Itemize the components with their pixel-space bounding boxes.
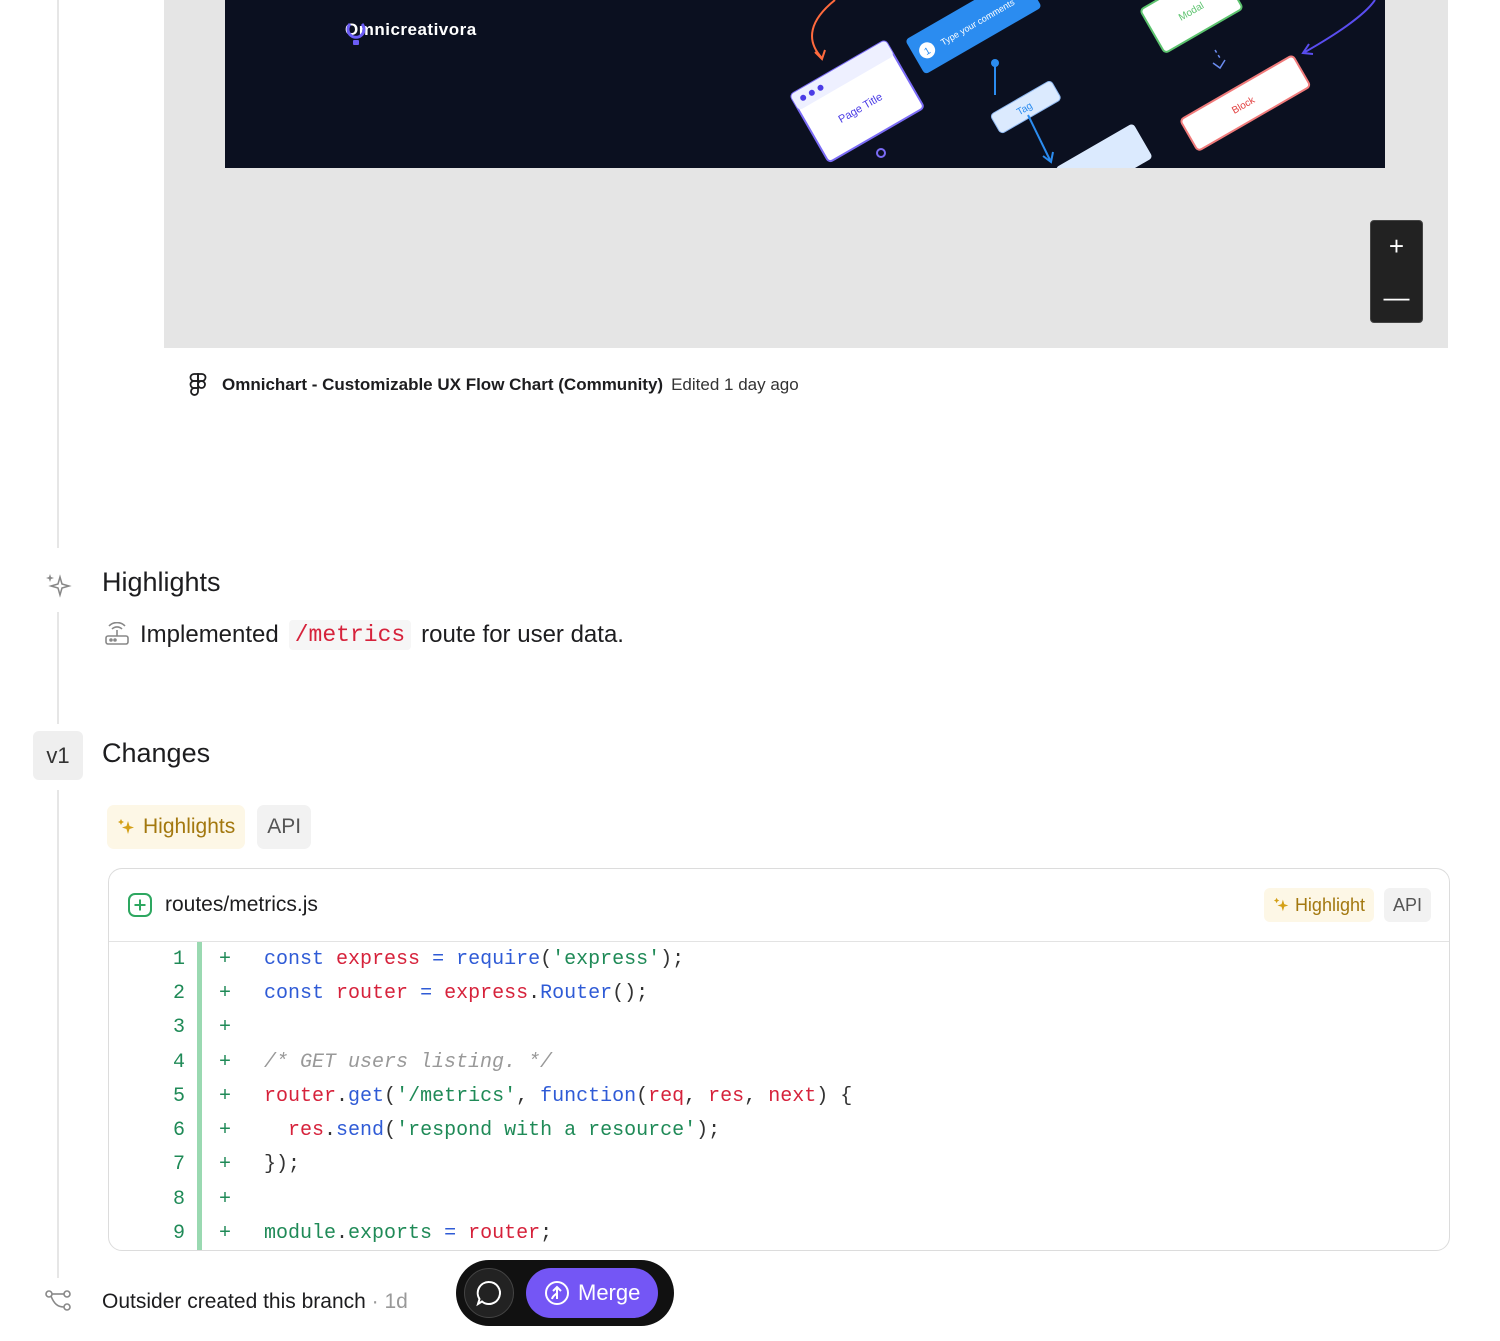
router-icon bbox=[105, 622, 129, 645]
figma-icon bbox=[189, 373, 207, 396]
changes-heading: Changes bbox=[102, 738, 211, 768]
highlights-heading: Highlights bbox=[102, 567, 221, 597]
code-line: 3 + bbox=[109, 1011, 1449, 1045]
brand-logo-icon bbox=[346, 23, 366, 45]
added-marker: + bbox=[219, 1016, 232, 1040]
file-tag-highlight[interactable]: Highlight bbox=[1263, 888, 1374, 922]
branch-icon bbox=[45, 1290, 71, 1311]
merge-icon bbox=[545, 1281, 569, 1305]
filter-tag-highlights[interactable]: Highlights bbox=[107, 805, 246, 849]
zoom-controls: + — bbox=[1370, 220, 1423, 323]
filter-tag-highlights-label: Highlights bbox=[143, 815, 236, 838]
figma-file-link[interactable]: Omnichart - Customizable UX Flow Chart (… bbox=[222, 375, 663, 395]
line-number: 4 bbox=[172, 1050, 185, 1074]
changes-filter-tags: Highlights API bbox=[107, 805, 312, 849]
comment-icon bbox=[476, 1280, 501, 1307]
added-marker: + bbox=[219, 947, 232, 971]
added-marker: + bbox=[219, 1119, 232, 1143]
brand: Omnicreativora bbox=[345, 20, 477, 45]
file-name[interactable]: routes/metrics.js bbox=[165, 893, 318, 917]
sparkles-icon bbox=[118, 819, 134, 834]
filter-tag-api-label: API bbox=[267, 815, 302, 838]
file-tag-api-label: API bbox=[1392, 894, 1422, 915]
sparkles-icon bbox=[46, 574, 72, 598]
comment-button[interactable] bbox=[464, 1268, 514, 1318]
figma-embed[interactable]: Page Title 1 Type your comments Tag Moda… bbox=[164, 0, 1448, 348]
file-tags: Highlight API bbox=[1263, 888, 1431, 922]
code-line: 1 + const express = require('express'); bbox=[109, 942, 1449, 976]
code-line: 8 + bbox=[109, 1182, 1449, 1216]
code-diff: 1 + const express = require('express'); … bbox=[109, 942, 1449, 1250]
code-line: 5 + router.get('/metrics', function(req,… bbox=[109, 1079, 1449, 1113]
added-marker: + bbox=[219, 1050, 232, 1074]
timeline-line bbox=[57, 612, 59, 724]
branch-created-time: · 1d bbox=[371, 1290, 408, 1313]
line-code: const router = express.Router(); bbox=[264, 981, 649, 1005]
branch-created-label: Outsider created this branch bbox=[102, 1290, 366, 1313]
merge-button[interactable]: Merge bbox=[526, 1268, 659, 1318]
timeline-line bbox=[57, 0, 59, 548]
highlight-text-before: Implemented bbox=[140, 621, 279, 648]
file-tag-api[interactable]: API bbox=[1383, 888, 1431, 922]
added-marker: + bbox=[219, 1222, 232, 1246]
line-number: 1 bbox=[172, 947, 185, 971]
highlight-text-after: route for user data. bbox=[421, 621, 624, 648]
filter-tag-api[interactable]: API bbox=[257, 805, 312, 849]
code-line: 9 + module.exports = router; bbox=[109, 1216, 1449, 1250]
line-number: 9 bbox=[172, 1222, 185, 1246]
file-diff-card: routes/metrics.js Highlight API 1 + cons… bbox=[108, 868, 1450, 1251]
timeline-line bbox=[57, 790, 59, 1278]
zoom-out-button[interactable]: — bbox=[1384, 284, 1410, 310]
file-added-icon bbox=[128, 893, 152, 917]
line-number: 7 bbox=[172, 1153, 185, 1177]
branch-activity-text: Outsider created this branch · 1d bbox=[102, 1290, 408, 1314]
figma-canvas-preview[interactable]: Page Title 1 Type your comments Tag Moda… bbox=[225, 0, 1385, 168]
version-badge[interactable]: v1 bbox=[33, 731, 83, 780]
line-code: /* GET users listing. */ bbox=[264, 1050, 553, 1074]
zoom-in-button[interactable]: + bbox=[1389, 233, 1404, 259]
branch-activity: Outsider created this branch · 1d bbox=[44, 1286, 408, 1314]
line-code: router.get('/metrics', function(req, res… bbox=[264, 1084, 853, 1108]
code-line: 2 + const router = express.Router(); bbox=[109, 976, 1449, 1010]
line-code: res.send('respond with a resource'); bbox=[288, 1119, 721, 1143]
code-line: 6 + res.send('respond with a resource'); bbox=[109, 1113, 1449, 1147]
embed-meta: Omnichart - Customizable UX Flow Chart (… bbox=[188, 372, 799, 398]
added-marker: + bbox=[219, 1187, 232, 1211]
code-line: 7 + }); bbox=[109, 1148, 1449, 1182]
edited-timestamp: Edited 1 day ago bbox=[671, 375, 799, 394]
line-code: }); bbox=[264, 1153, 301, 1177]
floating-action-bar: Merge bbox=[456, 1260, 674, 1326]
merge-button-label: Merge bbox=[578, 1280, 641, 1305]
added-marker: + bbox=[219, 981, 232, 1005]
line-number: 6 bbox=[172, 1119, 185, 1143]
line-code: const express = require('express'); bbox=[264, 947, 685, 971]
added-marker: + bbox=[219, 1153, 232, 1177]
highlight-route-code: /metrics bbox=[288, 620, 412, 650]
line-number: 8 bbox=[172, 1187, 185, 1211]
added-marker: + bbox=[219, 1084, 232, 1108]
sparkles-icon bbox=[1273, 897, 1289, 912]
highlight-item: Implemented /metrics route for user data… bbox=[104, 620, 624, 650]
line-number: 3 bbox=[172, 1016, 185, 1040]
line-code: module.exports = router; bbox=[264, 1222, 553, 1246]
code-line: 4 + /* GET users listing. */ bbox=[109, 1045, 1449, 1079]
line-number: 2 bbox=[172, 981, 185, 1005]
line-number: 5 bbox=[172, 1084, 185, 1108]
file-tag-highlight-label: Highlight bbox=[1294, 894, 1365, 915]
file-diff-header: routes/metrics.js Highlight API bbox=[109, 869, 1449, 942]
